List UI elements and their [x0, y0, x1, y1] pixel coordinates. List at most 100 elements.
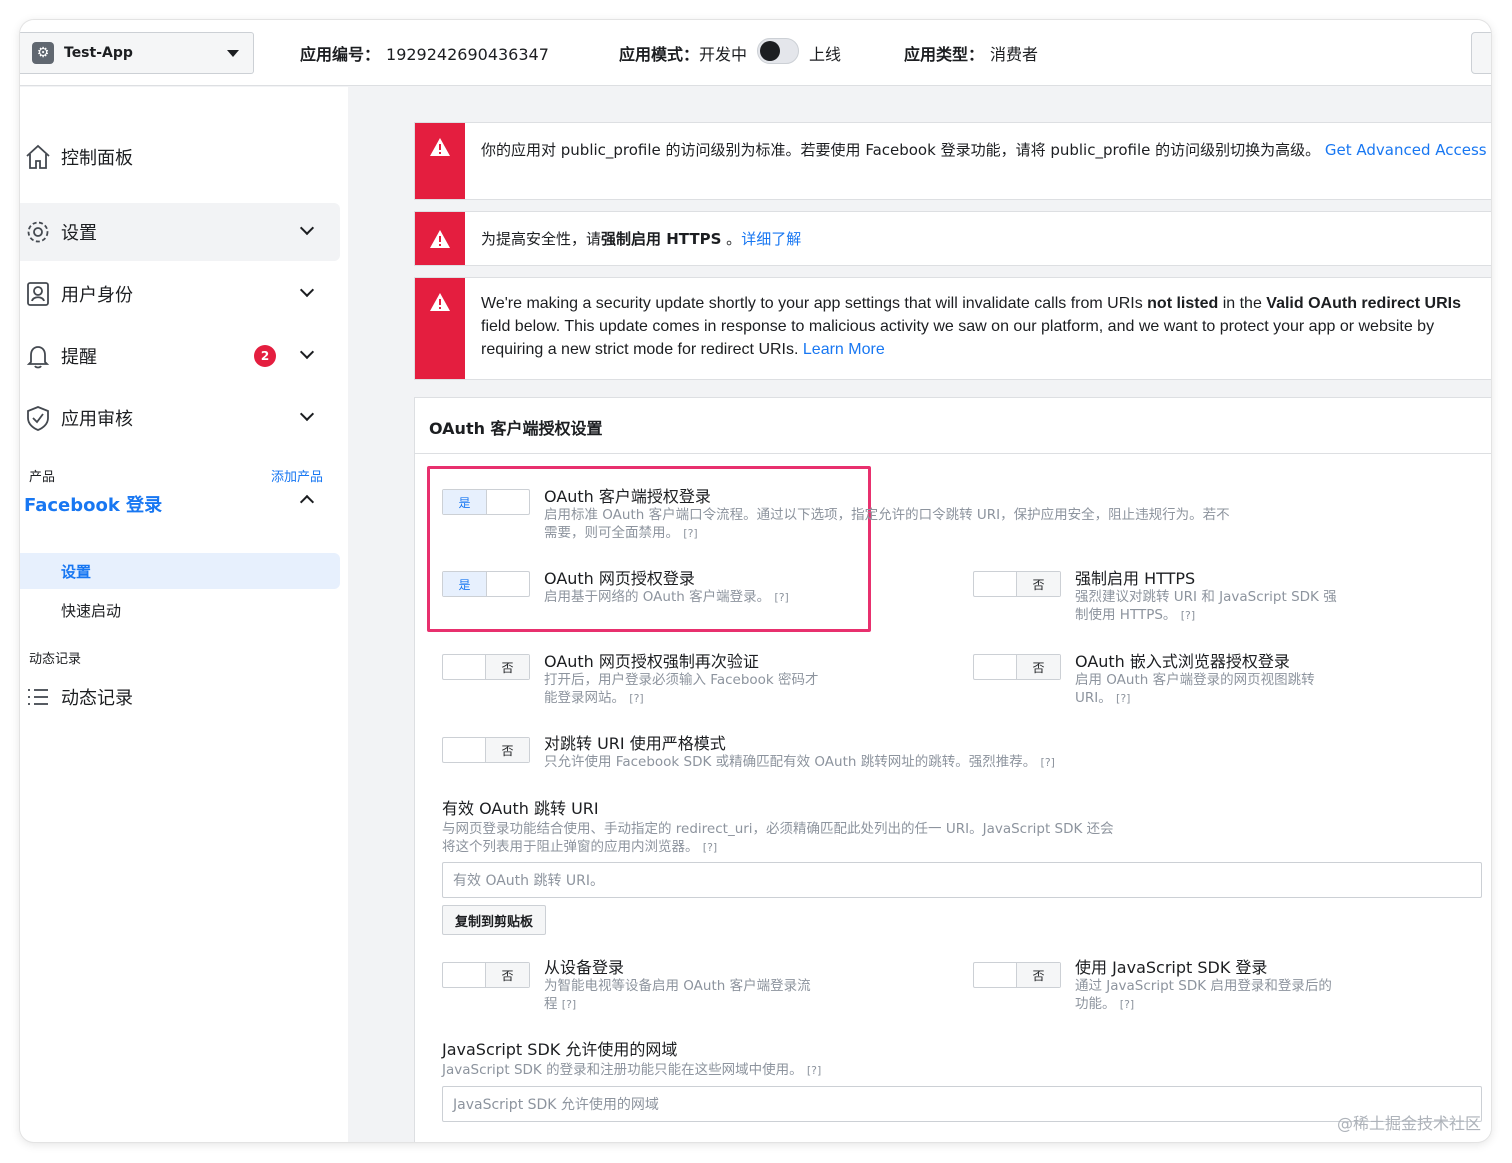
alert-text-p1: We're making a security update shortly t…: [481, 295, 1148, 312]
embedded-browser-toggle[interactable]: 否: [973, 654, 1061, 680]
oauth-settings-card: OAuth 客户端授权设置 是 OAuth 客户端授权登录 启用标准 OAuth…: [414, 397, 1491, 1142]
alert-strip: [415, 212, 465, 265]
help-icon[interactable]: [?]: [774, 591, 788, 604]
client-oauth-desc-text: 启用标准 OAuth 客户端口令流程。通过以下选项，指定允许的口令跳转 URI，…: [544, 507, 1230, 541]
embedded-browser-title: OAuth 嵌入式浏览器授权登录: [1075, 652, 1290, 671]
get-advanced-access-link[interactable]: Get Advanced Access: [1325, 141, 1487, 159]
app-selector[interactable]: ⚙ Test-App: [20, 32, 254, 74]
user-id-icon: [27, 282, 49, 306]
warning-icon: [430, 138, 450, 156]
sidebar-item-label: 应用审核: [61, 409, 133, 430]
sidebar-item-alerts[interactable]: 提醒 2: [20, 327, 340, 385]
app-mode-toggle[interactable]: [757, 38, 799, 64]
warning-icon: [430, 230, 450, 248]
app-id-label: 应用编号：: [300, 45, 381, 64]
toggle-label: 否: [1016, 655, 1060, 679]
alert-text-b2: Valid OAuth redirect URIs: [1266, 295, 1462, 312]
web-oauth-desc-text: 启用基于网络的 OAuth 客户端登录。: [544, 589, 771, 605]
help-icon[interactable]: [?]: [683, 527, 697, 540]
sidebar-item-user-roles[interactable]: 用户身份: [20, 265, 340, 323]
force-https-desc: 强烈建议对跳转 URI 和 JavaScript SDK 强制使用 HTTPS。…: [1075, 588, 1345, 625]
embedded-browser-desc-text: 启用 OAuth 客户端登录的网页视图跳转 URI。: [1075, 672, 1315, 706]
top-right-button[interactable]: [1471, 32, 1491, 74]
app-gear-icon: ⚙: [32, 42, 54, 64]
sidebar-item-label: 用户身份: [61, 285, 133, 306]
app-type-value: 消费者: [990, 45, 1039, 64]
alert-strip: [415, 123, 465, 199]
app-mode: 应用模式：开发中: [619, 41, 747, 65]
learn-more-link[interactable]: 详细了解: [741, 230, 801, 248]
app-window: ⚙ Test-App 应用编号： 1929242690436347 应用模式：开发…: [20, 20, 1491, 1142]
alert-strip: [415, 278, 465, 379]
alert-message: 你的应用对 public_profile 的访问级别为标准。若要使用 Faceb…: [481, 141, 1321, 159]
app-mode-live: 上线: [809, 45, 842, 64]
sidebar: 控制面板 设置 用户身份 提醒 2 应用审核 产品 添加产品 Facebook …: [20, 87, 348, 1142]
help-icon[interactable]: [?]: [1116, 692, 1130, 705]
learn-more-link[interactable]: Learn More: [803, 341, 885, 358]
force-https-title: 强制启用 HTTPS: [1075, 569, 1196, 588]
help-icon[interactable]: [?]: [703, 841, 717, 854]
card-title: OAuth 客户端授权设置: [429, 419, 603, 438]
card-header: OAuth 客户端授权设置: [415, 398, 1491, 454]
reauth-toggle[interactable]: 否: [442, 654, 530, 680]
toggle-label: 是: [443, 572, 487, 596]
device-login-desc: 为智能电视等设备启用 OAuth 客户端登录流程 [?]: [544, 977, 824, 1014]
sidebar-subitem-quickstart[interactable]: 快速启动: [20, 592, 340, 628]
alert-redirect-uri: We're making a security update shortly t…: [414, 277, 1491, 380]
sidebar-item-dashboard[interactable]: 控制面板: [20, 128, 340, 186]
sidebar-item-activity-log[interactable]: 动态记录: [20, 668, 340, 726]
force-https-toggle[interactable]: 否: [973, 571, 1061, 597]
toggle-label: 否: [485, 963, 529, 987]
chevron-down-icon: [299, 406, 315, 422]
js-sdk-login-desc-text: 通过 JavaScript SDK 启用登录和登录后的功能。: [1075, 978, 1332, 1012]
js-sdk-login-toggle[interactable]: 否: [973, 962, 1061, 988]
web-oauth-toggle[interactable]: 是: [442, 571, 530, 597]
chevron-down-icon: [299, 344, 315, 360]
allowed-domains-desc: JavaScript SDK 的登录和注册功能只能在这些网域中使用。 [?]: [442, 1061, 1142, 1080]
allowed-domains-input[interactable]: JavaScript SDK 允许使用的网域: [442, 1086, 1482, 1122]
sidebar-item-label: 动态记录: [61, 688, 133, 709]
watermark: @稀土掘金技术社区: [1336, 1114, 1481, 1133]
alert-text-pre: 为提高安全性，请: [481, 230, 602, 248]
alert-advanced-access: 你的应用对 public_profile 的访问级别为标准。若要使用 Faceb…: [414, 122, 1491, 200]
sidebar-item-app-review[interactable]: 应用审核: [20, 389, 340, 447]
device-login-toggle[interactable]: 否: [442, 962, 530, 988]
caret-down-icon: [227, 50, 239, 57]
client-oauth-desc: 启用标准 OAuth 客户端口令流程。通过以下选项，指定允许的口令跳转 URI，…: [544, 506, 1234, 543]
activity-section-label: 动态记录: [29, 652, 82, 667]
facebook-login-section[interactable]: Facebook 登录: [24, 491, 162, 517]
copy-to-clipboard-button[interactable]: 复制到剪贴板: [442, 905, 547, 935]
chevron-down-icon: [299, 282, 315, 298]
alert-text-b1: not listed: [1147, 295, 1219, 312]
app-mode-label: 应用模式：: [619, 45, 700, 64]
alert-text-post: 。: [721, 230, 742, 248]
redirect-uri-desc-text: 与网页登录功能结合使用、手动指定的 redirect_uri，必须精确匹配此处列…: [442, 821, 1114, 855]
shield-check-icon: [27, 406, 49, 431]
home-icon: [26, 144, 50, 169]
add-product-link[interactable]: 添加产品: [271, 466, 323, 485]
js-sdk-login-title: 使用 JavaScript SDK 登录: [1075, 958, 1268, 977]
main-content: 你的应用对 public_profile 的访问级别为标准。若要使用 Faceb…: [348, 87, 1491, 1142]
toggle-label: 否: [1016, 572, 1060, 596]
sidebar-subitem-settings[interactable]: 设置: [20, 553, 340, 589]
help-icon[interactable]: [?]: [807, 1064, 821, 1077]
client-oauth-toggle[interactable]: 是: [442, 489, 530, 515]
strict-mode-toggle[interactable]: 否: [442, 737, 530, 763]
embedded-browser-desc: 启用 OAuth 客户端登录的网页视图跳转 URI。 [?]: [1075, 671, 1345, 708]
bell-icon: [26, 346, 50, 369]
toggle-label: 否: [1016, 963, 1060, 987]
force-https-desc-text: 强烈建议对跳转 URI 和 JavaScript SDK 强制使用 HTTPS。: [1075, 589, 1337, 623]
redirect-uri-input[interactable]: 有效 OAuth 跳转 URI。: [442, 862, 1482, 898]
allowed-domains-desc-text: JavaScript SDK 的登录和注册功能只能在这些网域中使用。: [442, 1062, 803, 1078]
notification-badge: 2: [254, 345, 276, 367]
web-oauth-desc: 启用基于网络的 OAuth 客户端登录。 [?]: [544, 588, 844, 607]
help-icon[interactable]: [?]: [562, 998, 576, 1011]
app-id: 应用编号： 1929242690436347: [300, 41, 549, 65]
help-icon[interactable]: [?]: [629, 692, 643, 705]
help-icon[interactable]: [?]: [1120, 998, 1134, 1011]
sidebar-item-settings[interactable]: 设置: [20, 203, 340, 261]
toggle-label: 否: [485, 738, 529, 762]
help-icon[interactable]: [?]: [1181, 609, 1195, 622]
gear-icon: [27, 221, 49, 243]
help-icon[interactable]: [?]: [1041, 756, 1055, 769]
